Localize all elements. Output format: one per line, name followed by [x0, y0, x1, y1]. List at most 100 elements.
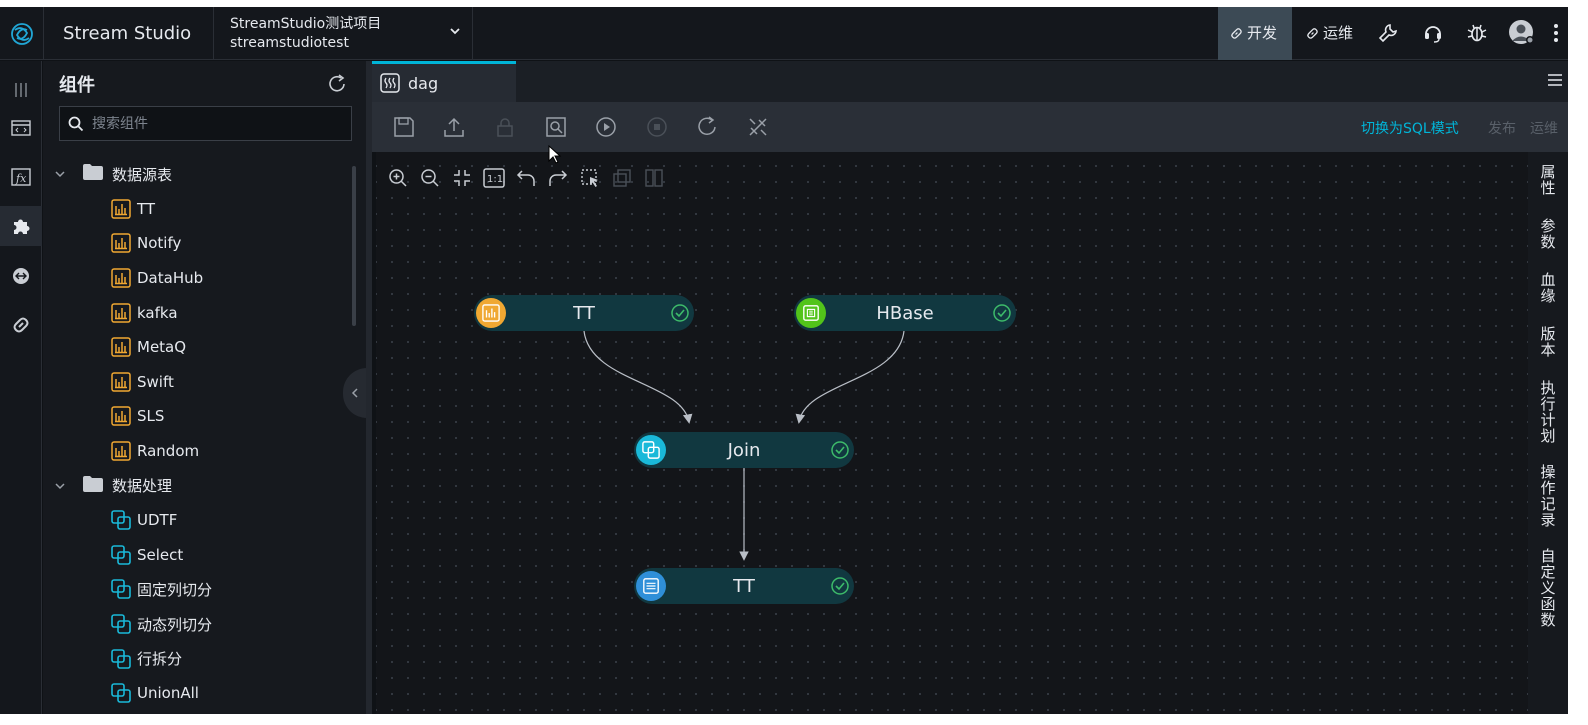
dag-node-tt-source[interactable]: TT: [474, 295, 694, 331]
tree-group-data-source[interactable]: 数据源表: [43, 157, 353, 192]
source-table-icon: [111, 302, 131, 323]
component-item-dynamic-split[interactable]: 动态列切分: [43, 607, 353, 642]
component-label: MetaQ: [137, 338, 187, 357]
link-icon: [1231, 28, 1242, 39]
sidebar-tab-versions[interactable]: 版本: [1528, 326, 1568, 358]
tab-label: dag: [408, 73, 439, 93]
edge-hbase-to-join: [795, 330, 905, 424]
avatar[interactable]: [1508, 19, 1536, 47]
upload-icon[interactable]: [442, 115, 466, 139]
component-item-unionall[interactable]: UnionAll: [43, 676, 353, 711]
component-label: Swift: [137, 372, 174, 391]
dag-node-join[interactable]: Join: [634, 432, 854, 468]
panel-splitter[interactable]: [366, 61, 372, 714]
check-circle-icon: [830, 576, 850, 600]
run-icon[interactable]: [594, 115, 618, 139]
sidebar-tab-udf[interactable]: 自定义函数: [1528, 548, 1568, 628]
component-item-datahub[interactable]: DataHub: [43, 261, 353, 296]
tree-group-label: 数据源表: [112, 165, 173, 184]
component-item-select[interactable]: Select: [43, 538, 353, 573]
project-selector[interactable]: StreamStudio测试项目 streamstudiotest: [215, 7, 473, 60]
right-sidebar: 属性 参数 血缘 版本 执行计划 操作记录 自定义函数: [1528, 152, 1568, 714]
component-item-sls[interactable]: SLS: [43, 399, 353, 434]
mouse-cursor-icon: [548, 145, 562, 164]
node-label: Join: [727, 439, 761, 461]
check-circle-icon: [992, 303, 1012, 327]
component-tree: 数据源表 TT Notify DataHub kafka MetaQ Swift…: [43, 157, 353, 711]
source-table-icon: [111, 337, 131, 358]
component-label: TT: [137, 199, 156, 218]
project-code: streamstudiotest: [230, 35, 349, 51]
sidebar-tab-lineage[interactable]: 血缘: [1528, 272, 1568, 304]
save-icon[interactable]: [392, 115, 416, 139]
component-label: Notify: [137, 234, 182, 253]
mode-develop-button[interactable]: 开发: [1218, 7, 1292, 60]
headset-icon[interactable]: [1421, 21, 1445, 45]
chevron-down-icon: [448, 24, 462, 42]
dag-node-hbase-source[interactable]: HBase: [794, 295, 1016, 331]
app-window: Stream Studio StreamStudio测试项目 streamstu…: [0, 7, 1568, 714]
component-item-fixed-split[interactable]: 固定列切分: [43, 572, 353, 607]
wrench-icon[interactable]: [1376, 21, 1400, 45]
puzzle-icon[interactable]: [0, 206, 42, 246]
panel-title: 组件: [59, 75, 95, 96]
more-vertical-icon[interactable]: [1548, 21, 1564, 45]
dag-edges: [583, 330, 905, 561]
component-item-kafka[interactable]: kafka: [43, 295, 353, 330]
node-label: TT: [733, 575, 755, 597]
top-bar: Stream Studio StreamStudio测试项目 streamstu…: [0, 7, 1568, 60]
code-window-icon[interactable]: [0, 108, 42, 148]
format-tools-icon[interactable]: [746, 115, 770, 139]
bug-icon[interactable]: [1465, 21, 1489, 45]
edge-tt-to-join: [583, 330, 693, 424]
component-item-row-split[interactable]: 行拆分: [43, 641, 353, 676]
processing-icon: [111, 683, 131, 704]
dag-node-tt-sink[interactable]: TT: [634, 568, 854, 604]
dag-canvas[interactable]: 1:1 TT HBase Join TT: [376, 152, 1528, 714]
component-label: Random: [137, 442, 200, 461]
logo-icon[interactable]: [0, 7, 44, 60]
source-table-icon: [111, 372, 131, 392]
component-item-metaq[interactable]: MetaQ: [43, 330, 353, 365]
left-rail: fx: [0, 61, 42, 714]
mode-develop-label: 开发: [1247, 24, 1278, 42]
switch-sql-mode-link[interactable]: 切换为SQL模式: [1361, 118, 1459, 138]
hamburger-menu-icon[interactable]: [1546, 71, 1564, 93]
folder-icon: [82, 163, 104, 185]
app-title: Stream Studio: [44, 7, 214, 60]
circle-arrow-icon[interactable]: [0, 256, 42, 296]
svg-text:fx: fx: [15, 172, 27, 185]
function-icon[interactable]: fx: [0, 157, 42, 197]
processing-icon: [111, 545, 131, 565]
source-table-icon: [111, 233, 131, 254]
component-item-swift[interactable]: Swift: [43, 365, 353, 400]
component-label: 固定列切分: [137, 580, 213, 599]
tab-dag[interactable]: dag: [372, 61, 516, 102]
component-item-udtf[interactable]: UDTF: [43, 503, 353, 538]
refresh-icon[interactable]: [695, 115, 719, 139]
panel-scrollbar[interactable]: [352, 166, 356, 326]
processing-icon: [111, 614, 131, 634]
chevron-left-icon: [351, 388, 358, 398]
component-label: Select: [137, 545, 184, 564]
component-label: SLS: [137, 407, 165, 426]
editor-tab-bar: dag: [372, 61, 1568, 102]
component-item-random[interactable]: Random: [43, 434, 353, 469]
link-icon[interactable]: [0, 305, 42, 345]
mode-ops-label: 运维: [1323, 24, 1354, 42]
tree-group-data-processing[interactable]: 数据处理: [43, 468, 353, 503]
sidebar-tab-properties[interactable]: 属性: [1528, 164, 1568, 196]
mode-ops-button[interactable]: 运维: [1294, 7, 1366, 60]
search-icon: [68, 116, 84, 132]
sidebar-tab-operation-log[interactable]: 操作记录: [1528, 464, 1568, 528]
refresh-icon[interactable]: [326, 73, 348, 99]
sidebar-tab-execution-plan[interactable]: 执行计划: [1528, 380, 1568, 444]
sidebar-tab-params[interactable]: 参数: [1528, 218, 1568, 250]
component-item-tt[interactable]: TT: [43, 192, 353, 227]
inspect-icon[interactable]: [544, 115, 568, 139]
project-name: StreamStudio测试项目: [230, 16, 382, 32]
component-item-notify[interactable]: Notify: [43, 226, 353, 261]
columns-icon[interactable]: [0, 70, 42, 110]
search-input[interactable]: [92, 115, 351, 132]
lock-icon: [493, 115, 517, 139]
